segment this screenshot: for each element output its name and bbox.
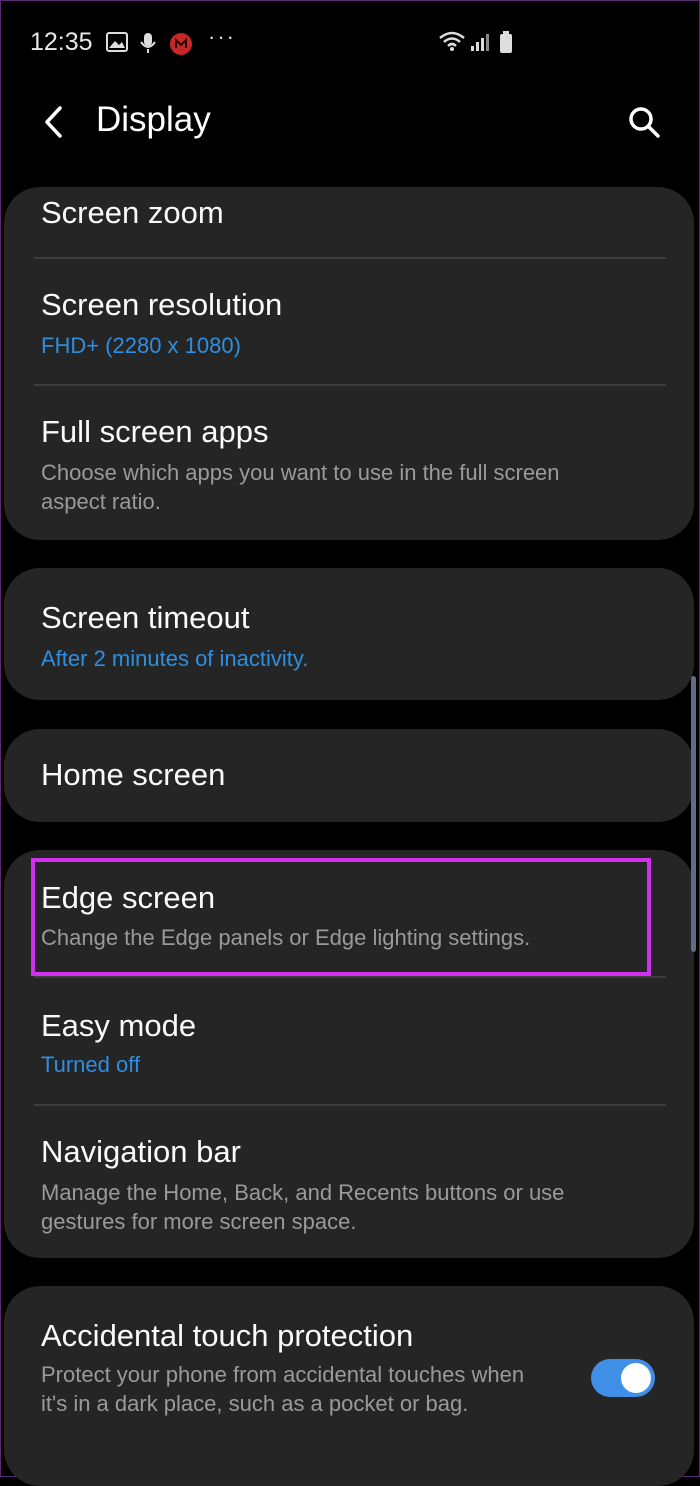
screen-resolution-item[interactable]: Screen resolution FHD+ (2280 x 1080) — [4, 259, 694, 385]
screen-timeout-title: Screen timeout — [41, 600, 250, 635]
wifi-icon — [438, 30, 466, 57]
toggle-knob — [621, 1363, 651, 1393]
settings-group-edge: Edge screen Change the Edge panels or Ed… — [4, 850, 694, 1258]
navigation-bar-title: Navigation bar — [41, 1134, 241, 1169]
settings-group-resolution: Screen zoom Screen resolution FHD+ (2280… — [4, 187, 694, 540]
signal-icon — [470, 32, 492, 57]
screen-timeout-item[interactable]: Screen timeout After 2 minutes of inacti… — [4, 568, 694, 700]
easy-mode-item[interactable]: Easy mode Turned off — [4, 978, 694, 1104]
easy-mode-title: Easy mode — [41, 1008, 197, 1043]
edge-screen-item[interactable]: Edge screen Change the Edge panels or Ed… — [4, 850, 694, 976]
accidental-touch-toggle[interactable] — [591, 1359, 655, 1397]
screen-zoom-item[interactable]: Screen zoom — [4, 187, 694, 257]
more-dots-icon: ··· — [208, 24, 236, 49]
status-bar: 12:35 ··· — [0, 0, 700, 86]
scrollbar[interactable] — [691, 676, 696, 952]
accidental-touch-item[interactable]: Accidental touch protection Protect your… — [4, 1286, 694, 1486]
full-screen-apps-description: Choose which apps you want to use in the… — [41, 460, 560, 514]
navigation-bar-description: Manage the Home, Back, and Recents butto… — [41, 1180, 565, 1234]
page-title: Display — [96, 100, 211, 139]
screen-resolution-title: Screen resolution — [41, 287, 283, 322]
accidental-touch-description: Protect your phone from accidental touch… — [41, 1362, 525, 1416]
app-header: Display — [0, 86, 700, 166]
search-icon[interactable] — [626, 104, 662, 140]
home-screen-item[interactable]: Home screen — [4, 729, 694, 822]
battery-icon — [498, 30, 514, 59]
accidental-touch-title: Accidental touch protection — [41, 1318, 414, 1353]
edge-screen-title: Edge screen — [41, 880, 216, 915]
screen-zoom-title: Screen zoom — [41, 195, 224, 230]
edge-screen-description: Change the Edge panels or Edge lighting … — [41, 925, 531, 950]
full-screen-apps-title: Full screen apps — [41, 414, 269, 449]
notification-icon — [169, 32, 193, 61]
back-arrow-icon[interactable] — [38, 102, 72, 142]
navigation-bar-item[interactable]: Navigation bar Manage the Home, Back, an… — [4, 1106, 694, 1258]
mic-icon — [140, 32, 156, 59]
home-screen-title: Home screen — [41, 757, 226, 792]
screen-resolution-value: FHD+ (2280 x 1080) — [41, 333, 241, 358]
screen-timeout-value: After 2 minutes of inactivity. — [41, 646, 309, 671]
status-time: 12:35 — [30, 28, 93, 56]
image-icon — [106, 32, 128, 57]
easy-mode-value: Turned off — [41, 1052, 141, 1077]
full-screen-apps-item[interactable]: Full screen apps Choose which apps you w… — [4, 386, 694, 540]
